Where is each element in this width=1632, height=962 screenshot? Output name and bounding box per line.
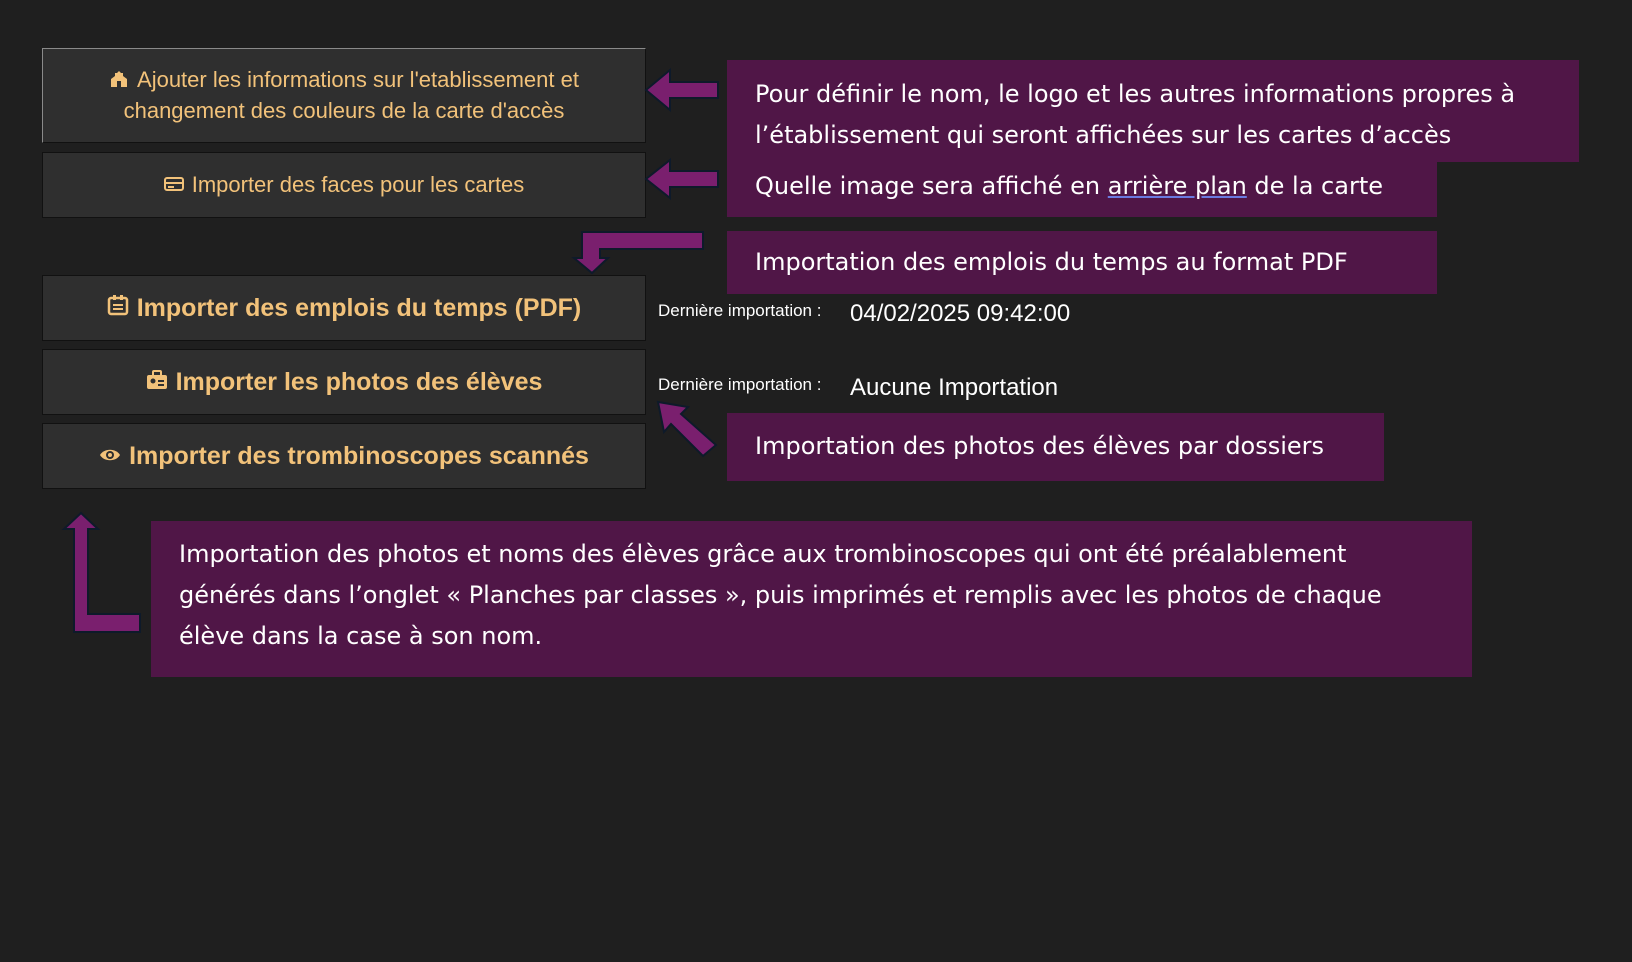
arrow-left-icon: [644, 157, 719, 201]
annotation-arrows: [61, 67, 719, 633]
arrow-diagonal-icon: [656, 400, 718, 458]
arrow-left-icon: [644, 67, 719, 113]
arrow-up-l-icon: [61, 511, 141, 633]
bent-arrow-icon: [571, 231, 704, 275]
